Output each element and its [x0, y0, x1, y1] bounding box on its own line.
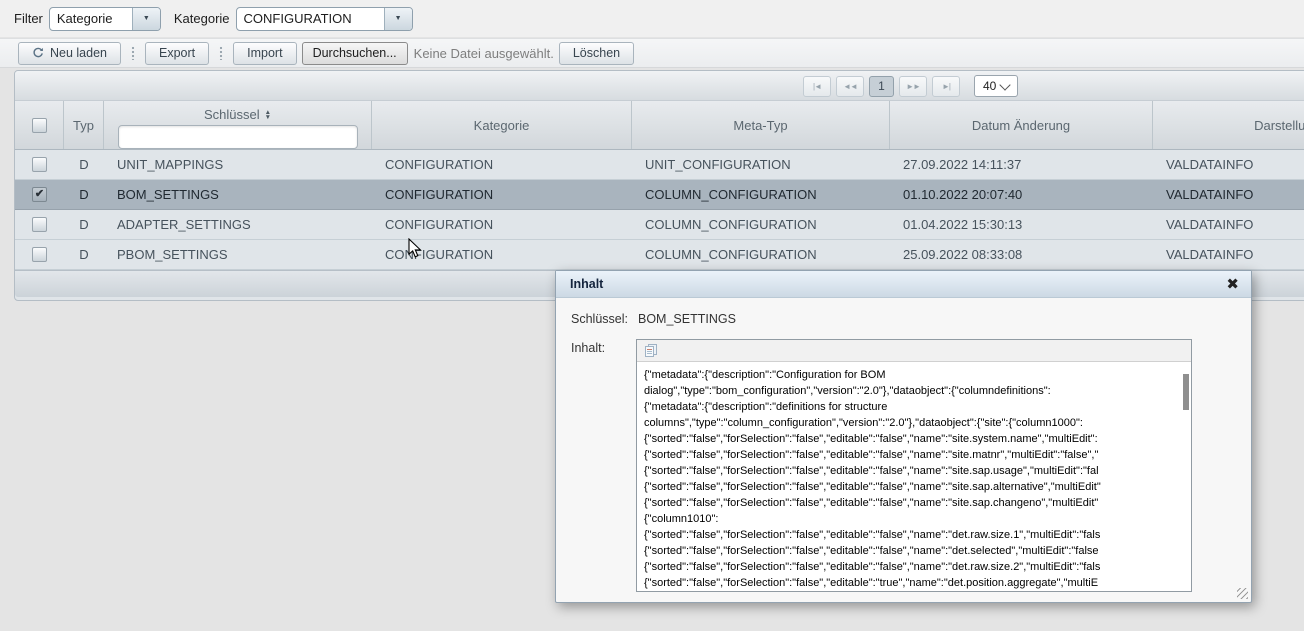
- content-scrollbar[interactable]: [1183, 366, 1189, 587]
- pager-controls: |◄ ◄◄ 1 ►► ►| 40: [803, 75, 1018, 97]
- export-button-label: Export: [159, 46, 195, 60]
- chevron-down-icon: [999, 79, 1010, 90]
- column-header-label: Datum Änderung: [972, 118, 1070, 133]
- reload-button-label: Neu laden: [50, 46, 107, 60]
- next-page-button[interactable]: ►►: [899, 76, 927, 97]
- toolbar-separator-grip: [131, 46, 135, 60]
- cell-meta-typ: UNIT_CONFIGURATION: [632, 150, 890, 179]
- kategorie-dropdown[interactable]: CONFIGURATION ▼: [236, 7, 413, 31]
- scrollbar-thumb[interactable]: [1183, 374, 1189, 410]
- cell-kategorie: CONFIGURATION: [372, 150, 632, 179]
- mouse-cursor: [408, 238, 422, 264]
- browse-file-button[interactable]: Durchsuchen...: [302, 42, 408, 65]
- cell-darstellung: VALDATAINFO: [1153, 150, 1304, 179]
- paginator-bar: |◄ ◄◄ 1 ►► ►| 40: [15, 71, 1304, 101]
- kategorie-label: Kategorie: [174, 11, 230, 26]
- import-button[interactable]: Import: [233, 42, 296, 65]
- no-file-selected-text: Keine Datei ausgewählt.: [414, 46, 554, 61]
- sort-icon[interactable]: ▲▼: [265, 110, 271, 120]
- import-button-label: Import: [247, 46, 282, 60]
- export-button[interactable]: Export: [145, 42, 209, 65]
- content-toolbar: [637, 340, 1191, 362]
- page-size-select[interactable]: 40: [974, 75, 1018, 97]
- first-page-button[interactable]: |◄: [803, 76, 831, 97]
- filter-type-dropdown[interactable]: Kategorie ▼: [49, 7, 161, 31]
- cell-typ: D: [64, 180, 104, 209]
- table-header-row: Typ Schlüssel ▲▼ Kategorie Meta-Typ Datu…: [15, 101, 1304, 150]
- table-row-selected[interactable]: ✔ D BOM_SETTINGS CONFIGURATION COLUMN_CO…: [15, 180, 1304, 210]
- last-page-button[interactable]: ►|: [932, 76, 960, 97]
- filter-type-value: Kategorie: [50, 8, 132, 30]
- data-grid-panel: |◄ ◄◄ 1 ►► ►| 40 Typ Schlüssel: [14, 70, 1304, 301]
- cell-meta-typ: COLUMN_CONFIGURATION: [632, 210, 890, 239]
- delete-button-label: Löschen: [573, 46, 620, 60]
- cell-schluessel: UNIT_MAPPINGS: [104, 150, 372, 179]
- column-header-label: Schlüssel: [204, 107, 260, 122]
- select-all-header-cell: [15, 101, 64, 149]
- column-header-meta-typ[interactable]: Meta-Typ: [632, 101, 890, 149]
- cell-datum: 01.10.2022 20:07:40: [890, 180, 1153, 209]
- cell-datum: 01.04.2022 15:30:13: [890, 210, 1153, 239]
- column-header-label: Typ: [73, 118, 94, 133]
- browse-file-label: Durchsuchen...: [313, 46, 397, 60]
- page-size-value: 40: [975, 79, 1001, 93]
- cell-typ: D: [64, 210, 104, 239]
- cell-datum: 25.09.2022 08:33:08: [890, 240, 1153, 269]
- row-checkbox[interactable]: [32, 217, 47, 232]
- cell-typ: D: [64, 240, 104, 269]
- column-header-kategorie[interactable]: Kategorie: [372, 101, 632, 149]
- reload-icon: [32, 47, 44, 59]
- column-header-schluessel[interactable]: Schlüssel ▲▼: [104, 101, 372, 149]
- cell-darstellung: VALDATAINFO: [1153, 240, 1304, 269]
- toolbar: Neu laden Export Import Durchsuchen... K…: [0, 38, 1304, 68]
- reload-button[interactable]: Neu laden: [18, 42, 121, 65]
- delete-button[interactable]: Löschen: [559, 42, 634, 65]
- inhalt-dialog: Inhalt ✖ Schlüssel: BOM_SETTINGS Inhalt:…: [555, 270, 1252, 603]
- column-header-label: Meta-Typ: [733, 118, 787, 133]
- dialog-title-bar[interactable]: Inhalt ✖: [556, 271, 1251, 298]
- copy-icon[interactable]: [644, 343, 659, 358]
- select-all-checkbox[interactable]: [32, 118, 47, 133]
- cell-schluessel: ADAPTER_SETTINGS: [104, 210, 372, 239]
- schluessel-label: Schlüssel:: [571, 312, 628, 326]
- cell-schluessel: BOM_SETTINGS: [104, 180, 372, 209]
- prev-page-button[interactable]: ◄◄: [836, 76, 864, 97]
- dropdown-arrow-icon[interactable]: ▼: [384, 8, 412, 30]
- content-json-text[interactable]: {"metadata":{"description":"Configuratio…: [637, 362, 1191, 591]
- row-checkbox[interactable]: [32, 247, 47, 262]
- cell-meta-typ: COLUMN_CONFIGURATION: [632, 240, 890, 269]
- cell-datum: 27.09.2022 14:11:37: [890, 150, 1153, 179]
- column-header-typ[interactable]: Typ: [64, 101, 104, 149]
- column-header-darstellung[interactable]: Darstellung: [1153, 101, 1304, 149]
- table-row[interactable]: D UNIT_MAPPINGS CONFIGURATION UNIT_CONFI…: [15, 150, 1304, 180]
- column-header-datum-aenderung[interactable]: Datum Änderung: [890, 101, 1153, 149]
- cell-kategorie: CONFIGURATION: [372, 180, 632, 209]
- resize-handle[interactable]: [1237, 588, 1248, 599]
- schluessel-value: BOM_SETTINGS: [638, 312, 736, 326]
- inhalt-label: Inhalt:: [571, 341, 605, 355]
- cell-schluessel: PBOM_SETTINGS: [104, 240, 372, 269]
- table-row[interactable]: D PBOM_SETTINGS CONFIGURATION COLUMN_CON…: [15, 240, 1304, 270]
- kategorie-value: CONFIGURATION: [237, 8, 384, 30]
- column-header-label: Kategorie: [474, 118, 530, 133]
- cell-typ: D: [64, 150, 104, 179]
- row-checkbox[interactable]: [32, 157, 47, 172]
- table-row[interactable]: D ADAPTER_SETTINGS CONFIGURATION COLUMN_…: [15, 210, 1304, 240]
- schluessel-filter-input[interactable]: [118, 125, 358, 149]
- filter-bar: Filter Kategorie ▼ Kategorie CONFIGURATI…: [0, 0, 1304, 37]
- cell-meta-typ: COLUMN_CONFIGURATION: [632, 180, 890, 209]
- close-icon[interactable]: ✖: [1226, 277, 1239, 292]
- row-checkbox-checked[interactable]: ✔: [32, 187, 47, 202]
- cell-darstellung: VALDATAINFO: [1153, 210, 1304, 239]
- toolbar-separator-grip: [219, 46, 223, 60]
- column-header-label: Darstellung: [1254, 118, 1304, 133]
- cell-darstellung: VALDATAINFO: [1153, 180, 1304, 209]
- current-page-button[interactable]: 1: [869, 76, 894, 97]
- dialog-title: Inhalt: [570, 277, 1226, 291]
- cell-kategorie: CONFIGURATION: [372, 210, 632, 239]
- dropdown-arrow-icon[interactable]: ▼: [132, 8, 160, 30]
- content-box: {"metadata":{"description":"Configuratio…: [636, 339, 1192, 592]
- app-screen: { "filter_bar": { "filter_label": "Filte…: [0, 0, 1304, 631]
- filter-label: Filter: [14, 11, 43, 26]
